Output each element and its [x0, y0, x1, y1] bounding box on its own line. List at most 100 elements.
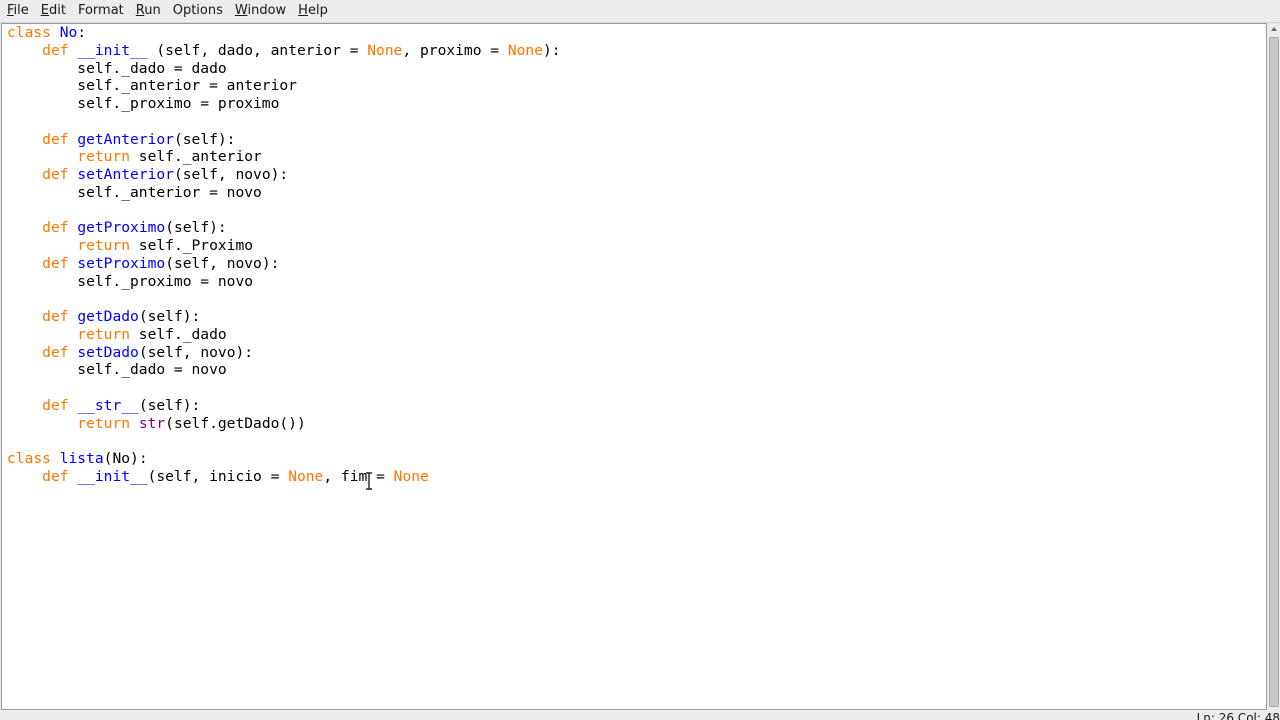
- code-token: (self):: [138, 396, 201, 414]
- code-line[interactable]: def setAnterior(self, novo):: [7, 166, 561, 184]
- code-token: (self, inicio =: [147, 467, 289, 485]
- code-line[interactable]: [7, 202, 561, 220]
- code-token: setProximo: [77, 254, 166, 272]
- menu-help[interactable]: Help: [292, 2, 334, 20]
- code-token: setAnterior: [77, 166, 174, 183]
- code-token: str: [138, 414, 166, 432]
- code-line[interactable]: self._proximo = proximo: [7, 95, 561, 113]
- code-token: self._proximo = novo: [7, 272, 254, 290]
- code-line[interactable]: return self._anterior: [7, 148, 561, 166]
- code-line[interactable]: [7, 432, 561, 450]
- code-token: class: [7, 24, 51, 41]
- code-token: self._anterior = anterior: [7, 77, 297, 95]
- code-line[interactable]: def __init__(self, inicio = None, fim = …: [7, 468, 561, 486]
- code-token: (self, novo):: [138, 343, 254, 361]
- code-token: def: [42, 219, 69, 237]
- code-token: , fim =: [323, 467, 394, 485]
- code-line[interactable]: return self._Proximo: [7, 237, 561, 255]
- code-token: None: [507, 41, 544, 59]
- cursor-position-status: Ln: 26 Col: 48: [1196, 711, 1280, 720]
- code-token: def: [42, 41, 69, 59]
- code-line[interactable]: def setDado(self, novo):: [7, 344, 561, 362]
- code-token: getDado: [77, 308, 139, 325]
- code-token: return: [77, 414, 131, 432]
- menu-bar: File Edit Format Run Options Window Help: [0, 0, 1280, 23]
- menu-edit[interactable]: Edit: [35, 2, 72, 20]
- code-token: self._anterior = novo: [7, 183, 262, 201]
- vertical-scrollbar[interactable]: [1268, 23, 1280, 710]
- code-line[interactable]: def getAnterior(self):: [7, 131, 561, 149]
- code-line[interactable]: [7, 290, 561, 308]
- code-token: def: [42, 343, 69, 361]
- code-token: getAnterior: [77, 130, 174, 148]
- scrollbar-thumb[interactable]: [1269, 37, 1279, 707]
- code-token: No: [59, 24, 78, 41]
- code-line[interactable]: class lista(No):: [7, 450, 561, 468]
- code-token: self._anterior: [130, 148, 262, 166]
- code-token: (self.getDado()): [165, 414, 306, 432]
- code-line[interactable]: def getDado(self):: [7, 308, 561, 326]
- menu-format[interactable]: Format: [72, 2, 130, 20]
- code-line[interactable]: return str(self.getDado()): [7, 415, 561, 433]
- code-token: (No):: [103, 450, 148, 467]
- code-token: self._dado = novo: [7, 361, 227, 379]
- code-line[interactable]: class No:: [7, 24, 561, 42]
- code-token: :: [77, 24, 87, 41]
- code-token: ):: [543, 41, 561, 59]
- code-token: self._dado = dado: [7, 59, 227, 77]
- code-text[interactable]: class No: def __init__ (self, dado, ante…: [7, 24, 561, 486]
- code-token: __str__: [77, 396, 139, 414]
- code-token: (self, dado, anterior =: [147, 41, 368, 59]
- code-line[interactable]: self._anterior = anterior: [7, 77, 561, 95]
- code-line[interactable]: return self._dado: [7, 326, 561, 344]
- code-line[interactable]: self._proximo = novo: [7, 273, 561, 291]
- menu-run[interactable]: Run: [130, 2, 167, 20]
- code-line[interactable]: def __str__(self):: [7, 397, 561, 415]
- menu-options[interactable]: Options: [167, 2, 229, 20]
- code-token: None: [367, 41, 403, 59]
- code-token: def: [42, 308, 69, 325]
- code-line[interactable]: def __init__ (self, dado, anterior = Non…: [7, 41, 561, 60]
- code-line[interactable]: self._anterior = novo: [7, 184, 561, 202]
- code-token: lista: [59, 450, 104, 467]
- code-line[interactable]: def getProximo(self):: [7, 219, 561, 237]
- code-token: def: [42, 467, 69, 485]
- code-line[interactable]: self._dado = dado: [7, 60, 561, 78]
- code-token: def: [42, 254, 69, 272]
- scroll-up-arrow-icon[interactable]: [1268, 23, 1280, 35]
- code-token: (self):: [138, 308, 201, 325]
- code-token: __init__: [77, 467, 148, 485]
- menu-window[interactable]: Window: [229, 2, 292, 20]
- menu-file[interactable]: File: [0, 2, 35, 20]
- code-token: def: [42, 396, 69, 414]
- code-token: (self):: [173, 130, 236, 148]
- code-token: self._dado: [130, 325, 227, 343]
- code-line[interactable]: [7, 379, 561, 397]
- code-token: self._proximo = proximo: [7, 95, 280, 112]
- code-editor[interactable]: class No: def __init__ (self, dado, ante…: [1, 23, 1267, 710]
- code-line[interactable]: [7, 113, 561, 131]
- code-line[interactable]: def setProximo(self, novo):: [7, 255, 561, 273]
- code-token: setDado: [77, 343, 139, 361]
- code-token: return: [77, 237, 131, 254]
- code-line[interactable]: self._dado = novo: [7, 361, 561, 379]
- code-token: def: [42, 166, 69, 183]
- code-token: return: [77, 325, 131, 343]
